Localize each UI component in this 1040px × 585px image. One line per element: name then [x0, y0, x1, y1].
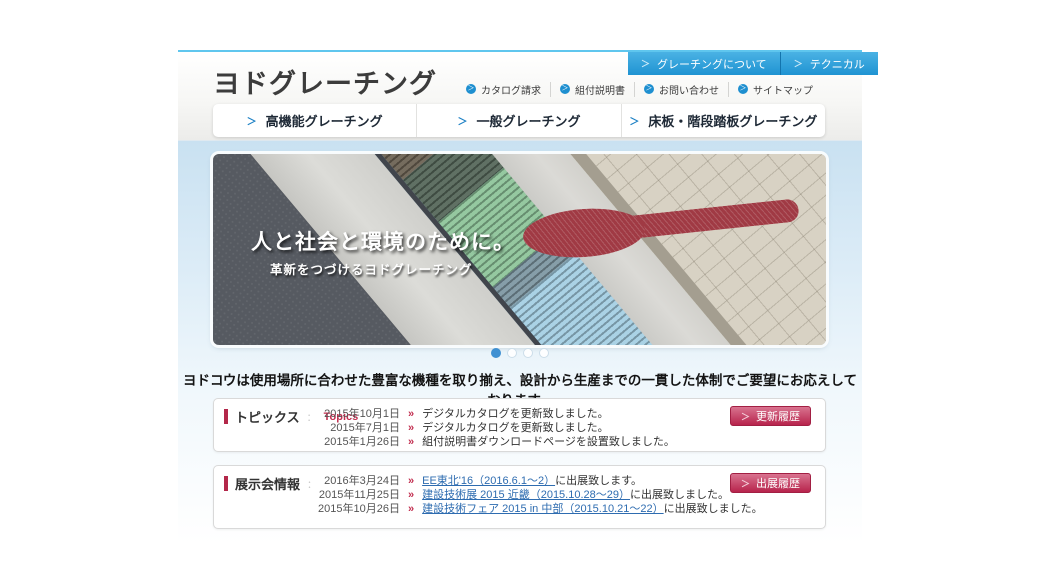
- update-history-button[interactable]: 更新履歴: [730, 406, 811, 426]
- tab-label: 高機能グレーチング: [266, 111, 383, 130]
- topic-text: 組付説明書ダウンロードページを設置致しました。: [422, 435, 675, 449]
- topic-date: 2015年10月1日: [318, 407, 400, 421]
- exhibition-history-label: 出展履歴: [756, 475, 800, 491]
- chevron-right-icon: [629, 113, 639, 128]
- carousel-dots: [178, 348, 862, 358]
- double-chevron-icon: [408, 407, 414, 421]
- contact-link[interactable]: お問い合わせ: [634, 82, 728, 97]
- carousel-dot[interactable]: [507, 348, 517, 358]
- chevron-right-icon: [741, 410, 750, 423]
- exhibitions-title-group: 展示会情報 ：: [224, 474, 324, 493]
- double-chevron-icon: [408, 421, 414, 435]
- carousel-dot[interactable]: [491, 348, 501, 358]
- exhibition-date: 2015年11月25日: [318, 488, 400, 502]
- topic-date: 2015年1月26日: [318, 435, 400, 449]
- exhibition-date: 2015年10月26日: [318, 502, 400, 516]
- topic-text: デジタルカタログを更新致しました。: [422, 421, 608, 435]
- technical-label: テクニカル: [810, 56, 865, 72]
- utility-links: カタログ請求 組付説明書 お問い合わせ サイトマップ: [420, 82, 822, 96]
- topic-text: デジタルカタログを更新致しました。: [422, 407, 608, 421]
- hero-subheadline: 革新をつづけるヨドグレーチング: [270, 259, 473, 278]
- assembly-manual-label: 組付説明書: [575, 82, 625, 97]
- title-accent-bar: [224, 476, 228, 491]
- title-separator: ：: [307, 476, 317, 491]
- exhibition-text: に出展致しました。: [630, 488, 729, 502]
- exhibition-date: 2016年3月24日: [318, 474, 400, 488]
- tab-general-grating[interactable]: 一般グレーチング: [416, 104, 620, 137]
- arrow-circle-icon: [644, 84, 654, 94]
- list-item: 2015年10月1日 デジタルカタログを更新致しました。: [318, 407, 675, 421]
- header-button-group: グレーチングについて テクニカル: [628, 52, 878, 75]
- hero-headline: 人と社会と環境のために。: [251, 226, 515, 256]
- double-chevron-icon: [408, 488, 414, 502]
- arrow-circle-icon: [466, 84, 476, 94]
- chevron-right-icon: [457, 113, 467, 128]
- tab-high-performance-grating[interactable]: 高機能グレーチング: [213, 104, 416, 137]
- tab-label: 床板・階段踏板グレーチング: [648, 111, 817, 130]
- technical-button[interactable]: テクニカル: [781, 52, 878, 75]
- hero-photo: 人と社会と環境のために。 革新をつづけるヨドグレーチング: [213, 154, 826, 345]
- exhibition-history-button[interactable]: 出展履歴: [730, 473, 811, 493]
- double-chevron-icon: [408, 474, 414, 488]
- arrow-circle-icon: [738, 84, 748, 94]
- list-item: 2016年3月24日 EE東北'16（2016.6.1～2） に出展致します。: [318, 474, 763, 488]
- page: ヨドグレーチング グレーチングについて テクニカル カタログ請求 組付説明書 お…: [0, 0, 1040, 585]
- sitemap-label: サイトマップ: [753, 82, 813, 97]
- carousel-dot[interactable]: [539, 348, 549, 358]
- topics-list: 2015年10月1日 デジタルカタログを更新致しました。 2015年7月1日 デ…: [318, 407, 675, 449]
- sitemap-link[interactable]: サイトマップ: [728, 82, 822, 97]
- topics-panel: トピックス ： Topics 2015年10月1日 デジタルカタログを更新致しま…: [213, 398, 826, 452]
- assembly-manual-link[interactable]: 組付説明書: [550, 82, 634, 97]
- exhibition-text: に出展致します。: [555, 474, 642, 488]
- topic-date: 2015年7月1日: [318, 421, 400, 435]
- title-separator: ：: [307, 409, 317, 424]
- chevron-right-icon: [794, 57, 803, 70]
- carousel-dot[interactable]: [523, 348, 533, 358]
- chevron-right-icon: [641, 57, 650, 70]
- exhibitions-panel: 展示会情報 ： 2016年3月24日 EE東北'16（2016.6.1～2） に…: [213, 465, 826, 529]
- hero-banner: 人と社会と環境のために。 革新をつづけるヨドグレーチング: [213, 154, 826, 345]
- site-logo[interactable]: ヨドグレーチング: [213, 62, 437, 101]
- tab-floor-stair-grating[interactable]: 床板・階段踏板グレーチング: [621, 104, 825, 137]
- arrow-circle-icon: [560, 84, 570, 94]
- about-grating-button[interactable]: グレーチングについて: [628, 52, 780, 75]
- catalog-request-link[interactable]: カタログ請求: [457, 82, 550, 97]
- chevron-right-icon: [741, 477, 750, 490]
- topics-title: トピックス: [235, 407, 300, 426]
- exhibitions-list: 2016年3月24日 EE東北'16（2016.6.1～2） に出展致します。 …: [318, 474, 763, 516]
- double-chevron-icon: [408, 502, 414, 516]
- list-item: 2015年10月26日 建設技術フェア 2015 in 中部（2015.10.2…: [318, 502, 763, 516]
- contact-label: お問い合わせ: [659, 82, 719, 97]
- list-item: 2015年7月1日 デジタルカタログを更新致しました。: [318, 421, 675, 435]
- exhibition-link[interactable]: 建設技術フェア 2015 in 中部（2015.10.21～22）: [422, 502, 664, 516]
- list-item: 2015年1月26日 組付説明書ダウンロードページを設置致しました。: [318, 435, 675, 449]
- title-accent-bar: [224, 409, 228, 424]
- update-history-label: 更新履歴: [756, 408, 800, 424]
- exhibition-text: に出展致しました。: [664, 502, 763, 516]
- exhibition-link[interactable]: 建設技術展 2015 近畿（2015.10.28～29）: [422, 488, 630, 502]
- double-chevron-icon: [408, 435, 414, 449]
- main-nav: 高機能グレーチング 一般グレーチング 床板・階段踏板グレーチング: [213, 104, 825, 137]
- catalog-request-label: カタログ請求: [481, 82, 541, 97]
- list-item: 2015年11月25日 建設技術展 2015 近畿（2015.10.28～29）…: [318, 488, 763, 502]
- tab-label: 一般グレーチング: [476, 111, 580, 130]
- about-grating-label: グレーチングについて: [657, 56, 767, 72]
- exhibition-link[interactable]: EE東北'16（2016.6.1～2）: [422, 474, 555, 488]
- chevron-right-icon: [247, 113, 257, 128]
- exhibitions-title: 展示会情報: [235, 474, 300, 493]
